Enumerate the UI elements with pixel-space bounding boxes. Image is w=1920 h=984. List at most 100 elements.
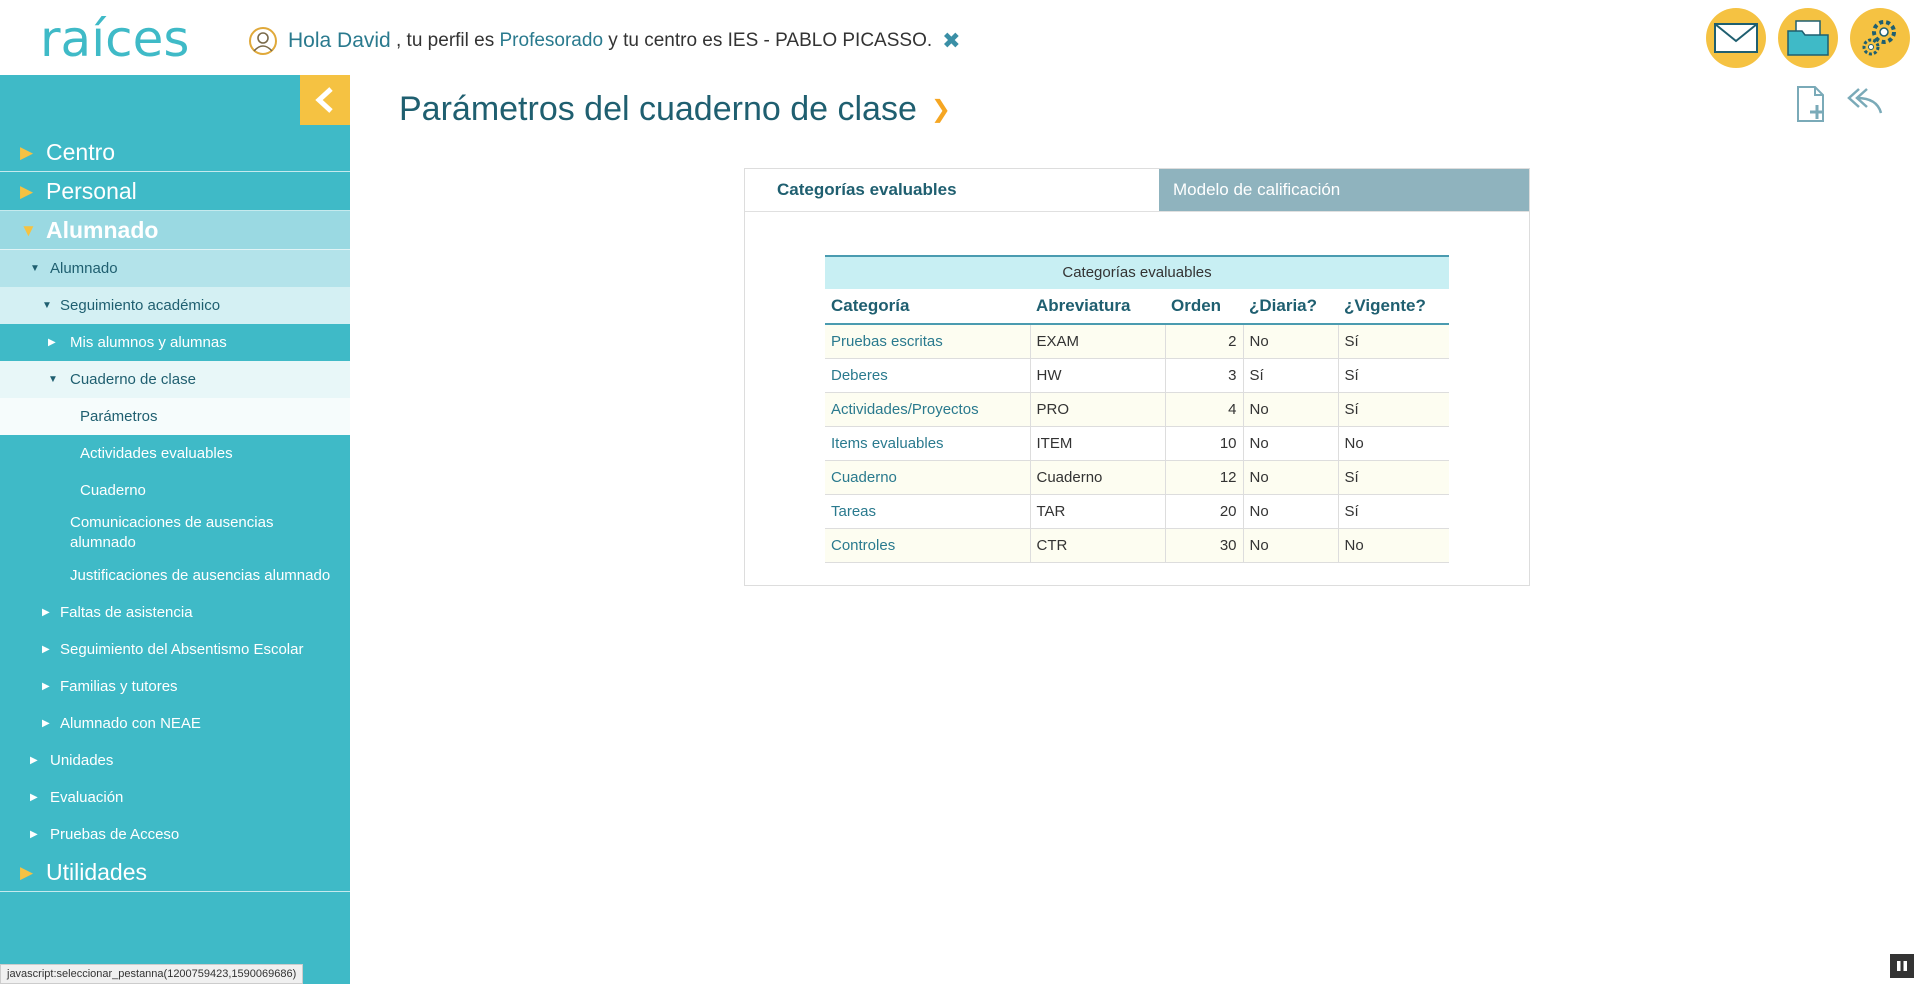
chevron-right-icon[interactable]: ❯ <box>931 95 951 124</box>
column-header-categoria[interactable]: Categoría <box>825 289 1030 325</box>
sidebar-item-cuaderno-de-clase[interactable]: ▼ Cuaderno de clase <box>0 361 350 398</box>
cell-orden: 20 <box>1164 494 1243 529</box>
categories-grid: Categoría Abreviatura Orden ¿Diaria? ¿Vi… <box>825 289 1449 563</box>
sidebar-item-parametros[interactable]: Parámetros <box>0 398 350 435</box>
sidebar-item-pruebas-acceso[interactable]: ▶ Pruebas de Acceso <box>0 816 350 853</box>
raices-logo[interactable]: raíces <box>40 6 210 66</box>
cell-orden: 10 <box>1164 426 1243 461</box>
cell-orden: 2 <box>1164 324 1243 359</box>
arrow-right-icon: ▶ <box>42 607 50 618</box>
sidebar-item-faltas-asistencia[interactable]: ▶ Faltas de asistencia <box>0 594 350 631</box>
sidebar-item-alumnado-neae[interactable]: ▶ Alumnado con NEAE <box>0 705 350 742</box>
cell-categoria[interactable]: Deberes <box>825 358 1030 393</box>
sidebar-item-label: Comunicaciones de ausencias alumnado <box>70 514 274 551</box>
sidebar-item-centro[interactable]: ▶ Centro <box>0 133 350 172</box>
folder-shape-icon <box>1787 20 1829 56</box>
mail-icon[interactable] <box>1706 8 1766 68</box>
folder-icon[interactable] <box>1778 8 1838 68</box>
cell-vigente: Sí <box>1337 494 1449 529</box>
sidebar-item-label: Seguimiento del Absentismo Escolar <box>60 641 304 658</box>
sidebar-item-label: Alumnado <box>50 260 118 277</box>
sidebar-item-label: Justificaciones de ausencias alumnado <box>70 567 331 584</box>
sidebar-item-utilidades[interactable]: ▶ Utilidades <box>0 853 350 892</box>
pause-button[interactable] <box>1890 954 1914 978</box>
sidebar-item-alumnado[interactable]: ▼ Alumnado <box>0 211 350 250</box>
sidebar-item-justificaciones-ausencias[interactable]: Justificaciones de ausencias alumnado <box>0 557 350 594</box>
cell-orden: 3 <box>1164 358 1243 393</box>
sidebar-item-actividades-evaluables[interactable]: Actividades evaluables <box>0 435 350 472</box>
sidebar-item-mis-alumnos[interactable]: ▶ Mis alumnos y alumnas <box>0 324 350 361</box>
add-document-icon[interactable] <box>1795 85 1829 123</box>
collapse-sidebar-button[interactable] <box>300 75 350 125</box>
cell-categoria[interactable]: Tareas <box>825 494 1030 529</box>
table-row[interactable]: Controles CTR 30 No No <box>825 528 1449 563</box>
sidebar-item-seguimiento-academico[interactable]: ▼ Seguimiento académico <box>0 287 350 324</box>
cell-categoria[interactable]: Cuaderno <box>825 460 1030 495</box>
column-header-abreviatura[interactable]: Abreviatura <box>1030 289 1165 325</box>
sidebar-item-label: Cuaderno <box>80 482 146 499</box>
table-row[interactable]: Items evaluables ITEM 10 No No <box>825 426 1449 461</box>
sidebar-item-evaluacion[interactable]: ▶ Evaluación <box>0 779 350 816</box>
sidebar-item-label: Faltas de asistencia <box>60 604 193 621</box>
column-header-diaria[interactable]: ¿Diaria? <box>1243 289 1338 325</box>
sidebar-item-alumnado-sub[interactable]: ▼ Alumnado <box>0 250 350 287</box>
tab-categorias-evaluables[interactable]: Categorías evaluables <box>745 169 1159 211</box>
sidebar-item-label: Unidades <box>50 752 114 769</box>
sidebar-item-label: Utilidades <box>46 859 147 885</box>
cell-abreviatura: HW <box>1029 358 1165 393</box>
tab-modelo-calificacion[interactable]: Modelo de calificación <box>1159 169 1529 211</box>
tab-bar: Categorías evaluables Modelo de califica… <box>745 169 1529 212</box>
arrow-down-icon: ▼ <box>20 221 37 240</box>
settings-gear-icon[interactable] <box>1850 8 1910 68</box>
sidebar-item-label: Personal <box>46 178 137 204</box>
arrow-right-icon: ▶ <box>30 792 38 803</box>
table-row[interactable]: Deberes HW 3 Sí Sí <box>825 358 1449 393</box>
sidebar-item-label: Alumnado con NEAE <box>60 715 201 732</box>
table-caption: Categorías evaluables <box>825 255 1449 289</box>
sidebar-item-label: Alumnado <box>46 217 159 243</box>
cell-abreviatura: PRO <box>1029 392 1165 427</box>
arrow-down-icon: ▼ <box>42 300 52 311</box>
arrow-right-icon: ▶ <box>30 755 38 766</box>
profile-link[interactable]: Profesorado <box>500 30 604 52</box>
pause-icon <box>1897 961 1907 971</box>
sidebar-item-label: Actividades evaluables <box>80 445 233 462</box>
close-icon[interactable]: ✖ <box>942 28 960 54</box>
column-header-vigente[interactable]: ¿Vigente? <box>1338 289 1449 325</box>
categories-table: Categorías evaluables Categoría Abreviat… <box>825 255 1449 563</box>
gear-icon <box>1862 20 1896 56</box>
table-row[interactable]: Cuaderno Cuaderno 12 No Sí <box>825 460 1449 495</box>
top-header: raíces Hola David , tu perfil es Profeso… <box>0 0 1920 75</box>
user-avatar-icon[interactable] <box>248 26 278 56</box>
table-row[interactable]: Pruebas escritas EXAM 2 No Sí <box>825 324 1449 359</box>
cell-abreviatura: Cuaderno <box>1029 460 1165 495</box>
cell-orden: 4 <box>1164 392 1243 427</box>
sidebar-item-familias-tutores[interactable]: ▶ Familias y tutores <box>0 668 350 705</box>
cell-orden: 30 <box>1164 528 1243 563</box>
cell-diaria: No <box>1242 426 1338 461</box>
cell-categoria[interactable]: Items evaluables <box>825 426 1030 461</box>
reply-back-icon[interactable] <box>1845 85 1885 115</box>
cell-categoria[interactable]: Actividades/Proyectos <box>825 392 1030 427</box>
centre-name: IES - PABLO PICASSO. <box>727 30 933 51</box>
sidebar-item-label: Mis alumnos y alumnas <box>70 334 227 351</box>
arrow-right-icon: ▶ <box>42 681 50 692</box>
sidebar-item-label: Cuaderno de clase <box>70 371 196 388</box>
sidebar-item-unidades[interactable]: ▶ Unidades <box>0 742 350 779</box>
sidebar-item-absentismo-escolar[interactable]: ▶ Seguimiento del Absentismo Escolar <box>0 631 350 668</box>
page-actions <box>1795 85 1885 123</box>
cell-categoria[interactable]: Pruebas escritas <box>825 324 1030 359</box>
sidebar-item-comunicaciones-ausencias[interactable]: Comunicaciones de ausencias alumnado <box>0 509 350 557</box>
sidebar-item-cuaderno[interactable]: Cuaderno <box>0 472 350 509</box>
table-row[interactable]: Actividades/Proyectos PRO 4 No Sí <box>825 392 1449 427</box>
centre-prefix: y tu centro es <box>608 30 723 51</box>
cell-categoria[interactable]: Controles <box>825 528 1030 563</box>
cell-abreviatura: EXAM <box>1029 324 1165 359</box>
page-title: Parámetros del cuaderno de clase ❯ <box>399 90 951 129</box>
table-row[interactable]: Tareas TAR 20 No Sí <box>825 494 1449 529</box>
sidebar-item-personal[interactable]: ▶ Personal <box>0 172 350 211</box>
table-header-row: Categoría Abreviatura Orden ¿Diaria? ¿Vi… <box>825 289 1449 325</box>
sidebar: ▶ Centro ▶ Personal ▼ Alumnado ▼ Alumnado ▼ S… <box>0 75 350 984</box>
column-header-orden[interactable]: Orden <box>1165 289 1243 325</box>
cell-abreviatura: ITEM <box>1029 426 1165 461</box>
